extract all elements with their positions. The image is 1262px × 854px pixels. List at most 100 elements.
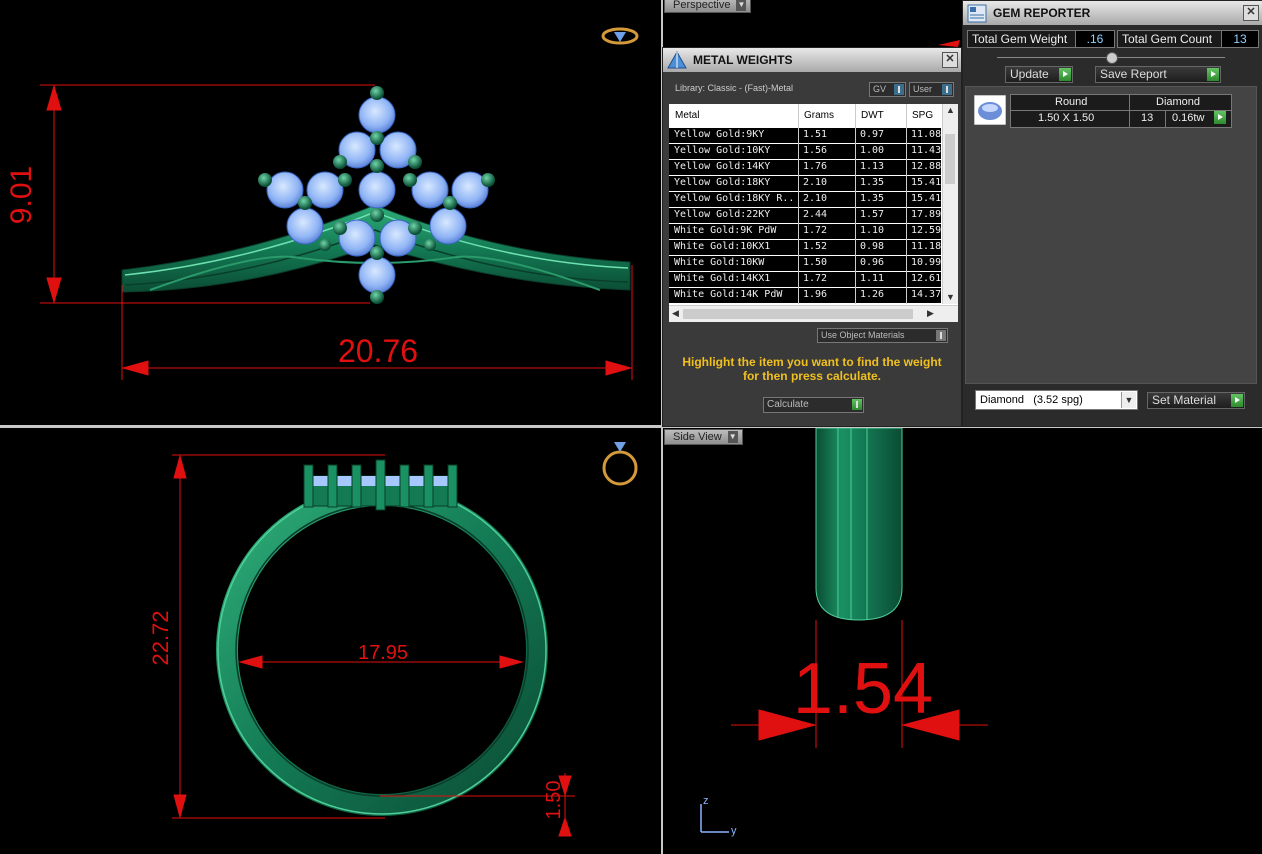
play-icon bbox=[1214, 111, 1226, 124]
table-row[interactable]: Yellow Gold:14KY 1.76 1.13 12.88 bbox=[669, 160, 941, 175]
use-object-materials-label: Use Object Materials bbox=[821, 330, 905, 340]
metal-name-cell: White Gold:10KX1 bbox=[674, 241, 771, 252]
metal-weights-panel: METAL WEIGHTS ✕ Library: Classic - (Fast… bbox=[662, 47, 962, 427]
close-icon[interactable]: ✕ bbox=[1243, 5, 1259, 21]
dwt-cell: 1.00 bbox=[860, 145, 885, 156]
gem-go-button[interactable] bbox=[1214, 111, 1226, 125]
horizontal-scrollbar[interactable]: ◀ ▶ bbox=[669, 305, 958, 322]
material-select[interactable]: Diamond (3.52 spg) ▼ bbox=[975, 390, 1138, 410]
table-row[interactable]: White Gold:14KX1 1.72 1.11 12.61 bbox=[669, 272, 941, 287]
dwt-cell: 1.35 bbox=[860, 193, 885, 204]
table-row[interactable]: White Gold:14K PdW 1.96 1.26 14.37 bbox=[669, 288, 941, 303]
col-spg[interactable]: SPG bbox=[912, 110, 933, 121]
table-row[interactable]: White Gold:10KX1 1.52 0.98 11.18 bbox=[669, 240, 941, 255]
chevron-down-icon[interactable]: ▼ bbox=[946, 292, 955, 302]
calculate-button[interactable]: Calculate bbox=[763, 397, 864, 413]
ring-icon bbox=[602, 442, 638, 486]
table-row[interactable]: Yellow Gold:10KY 1.56 1.00 11.43 bbox=[669, 144, 941, 159]
play-icon bbox=[852, 399, 862, 410]
chevron-up-icon[interactable]: ▲ bbox=[946, 105, 955, 115]
slider-handle[interactable] bbox=[1106, 52, 1118, 64]
viewport-side[interactable]: 1.54 z y Side View ▼ bbox=[663, 428, 1262, 854]
dwt-cell: 1.26 bbox=[860, 289, 885, 300]
gem-shape-header: Round bbox=[1055, 96, 1088, 108]
column-divider bbox=[798, 104, 799, 304]
metal-name-cell: Yellow Gold:10KY bbox=[674, 145, 771, 156]
metal-name-cell: Yellow Gold:18KY R... bbox=[674, 193, 796, 204]
grams-cell: 1.72 bbox=[803, 273, 828, 284]
spg-cell: 12.61 bbox=[911, 273, 941, 284]
toggle-icon bbox=[936, 330, 946, 341]
dwt-cell: 1.10 bbox=[860, 225, 885, 236]
dwt-cell: 1.35 bbox=[860, 177, 885, 188]
use-object-materials-toggle[interactable]: Use Object Materials bbox=[817, 328, 948, 343]
material-spg: (3.52 spg) bbox=[1033, 394, 1083, 406]
dwt-cell: 1.13 bbox=[860, 161, 885, 172]
axis-z-label: z bbox=[703, 795, 709, 807]
gem-reporter-panel: GEM REPORTER ✕ Total Gem Weight .16 Tota… bbox=[962, 0, 1262, 427]
scrollbar-thumb[interactable] bbox=[683, 309, 913, 319]
spg-cell: 11.43 bbox=[911, 145, 941, 156]
set-material-label: Set Material bbox=[1152, 393, 1217, 407]
total-gem-count-label: Total Gem Count bbox=[1117, 30, 1223, 48]
metal-table[interactable]: Metal Grams DWT SPG Yellow Gold:9KY 1.51 0… bbox=[669, 104, 958, 322]
grams-cell: 1.52 bbox=[803, 241, 828, 252]
gv-toggle[interactable]: GV bbox=[869, 82, 906, 97]
col-grams[interactable]: Grams bbox=[804, 110, 834, 121]
chevron-left-icon[interactable]: ◀ bbox=[672, 308, 679, 319]
dwt-cell: 0.96 bbox=[860, 257, 885, 268]
table-row[interactable]: Yellow Gold:18KY 2.10 1.35 15.41 bbox=[669, 176, 941, 191]
spg-cell: 12.59 bbox=[911, 225, 941, 236]
save-report-button[interactable]: Save Report bbox=[1095, 66, 1221, 83]
viewport-front[interactable]: 9.01 20.76 bbox=[0, 0, 661, 425]
dim-inner-diameter: 17.95 bbox=[358, 642, 408, 664]
table-row[interactable]: Yellow Gold:9KY 1.51 0.97 11.08 bbox=[669, 128, 941, 143]
col-metal[interactable]: Metal bbox=[675, 110, 699, 121]
library-label: Library: Classic - (Fast)-Metal bbox=[675, 83, 794, 93]
grams-cell: 1.50 bbox=[803, 257, 828, 268]
grams-cell: 1.76 bbox=[803, 161, 828, 172]
gv-toggle-label: GV bbox=[873, 84, 887, 94]
play-icon bbox=[1059, 68, 1071, 81]
col-dwt[interactable]: DWT bbox=[861, 110, 884, 121]
metal-name-cell: White Gold:14KX1 bbox=[674, 273, 771, 284]
play-icon bbox=[1207, 68, 1219, 81]
user-toggle[interactable]: User bbox=[909, 82, 954, 97]
dwt-cell: 1.11 bbox=[860, 273, 885, 284]
ring-orientation-icon bbox=[601, 27, 639, 45]
grams-cell: 1.56 bbox=[803, 145, 828, 156]
toggle-icon bbox=[894, 84, 904, 95]
total-gem-count-value: 13 bbox=[1221, 30, 1259, 48]
gem-reporter-titlebar[interactable]: GEM REPORTER ✕ bbox=[963, 1, 1262, 25]
metal-weights-title: METAL WEIGHTS bbox=[693, 53, 793, 67]
viewport-top[interactable]: 22.72 17.95 1.50 bbox=[0, 428, 661, 854]
round-gem-icon[interactable] bbox=[974, 95, 1006, 125]
spg-cell: 15.41 bbox=[911, 193, 941, 204]
gem-row[interactable]: Round Diamond 1.50 X 1.50 13 0.16tw bbox=[1010, 94, 1232, 128]
metal-name-cell: White Gold:9K PdW bbox=[674, 225, 777, 236]
set-material-button[interactable]: Set Material bbox=[1147, 392, 1245, 409]
vertical-scrollbar[interactable]: ▲ ▼ bbox=[942, 104, 958, 304]
table-row[interactable]: Yellow Gold:18KY R... 2.10 1.35 15.41 bbox=[669, 192, 941, 207]
grams-cell: 2.10 bbox=[803, 177, 828, 188]
close-icon[interactable]: ✕ bbox=[942, 52, 958, 68]
metal-weights-titlebar[interactable]: METAL WEIGHTS ✕ bbox=[663, 48, 961, 72]
total-gem-weight-value: .16 bbox=[1075, 30, 1115, 48]
gem-type-header: Diamond bbox=[1156, 96, 1201, 108]
scrollbar-thumb[interactable] bbox=[945, 134, 955, 184]
grams-cell: 1.96 bbox=[803, 289, 828, 300]
dim-width: 20.76 bbox=[338, 333, 418, 369]
chevron-right-icon[interactable]: ▶ bbox=[927, 308, 934, 319]
metal-name-cell: Yellow Gold:22KY bbox=[674, 209, 771, 220]
spg-cell: 14.37 bbox=[911, 289, 941, 300]
table-row[interactable]: White Gold:9K PdW 1.72 1.10 12.59 bbox=[669, 224, 941, 239]
table-row[interactable]: Yellow Gold:22KY 2.44 1.57 17.89 bbox=[669, 208, 941, 223]
calculate-label: Calculate bbox=[767, 399, 809, 410]
update-button[interactable]: Update bbox=[1005, 66, 1073, 83]
table-row[interactable]: White Gold:10KW 1.50 0.96 10.99 bbox=[669, 256, 941, 271]
side-view-dropdown[interactable]: Side View ▼ bbox=[664, 429, 743, 445]
column-divider bbox=[855, 104, 856, 304]
dwt-cell: 0.97 bbox=[860, 129, 885, 140]
metal-name-cell: Yellow Gold:18KY bbox=[674, 177, 771, 188]
spg-cell: 11.18 bbox=[911, 241, 941, 252]
